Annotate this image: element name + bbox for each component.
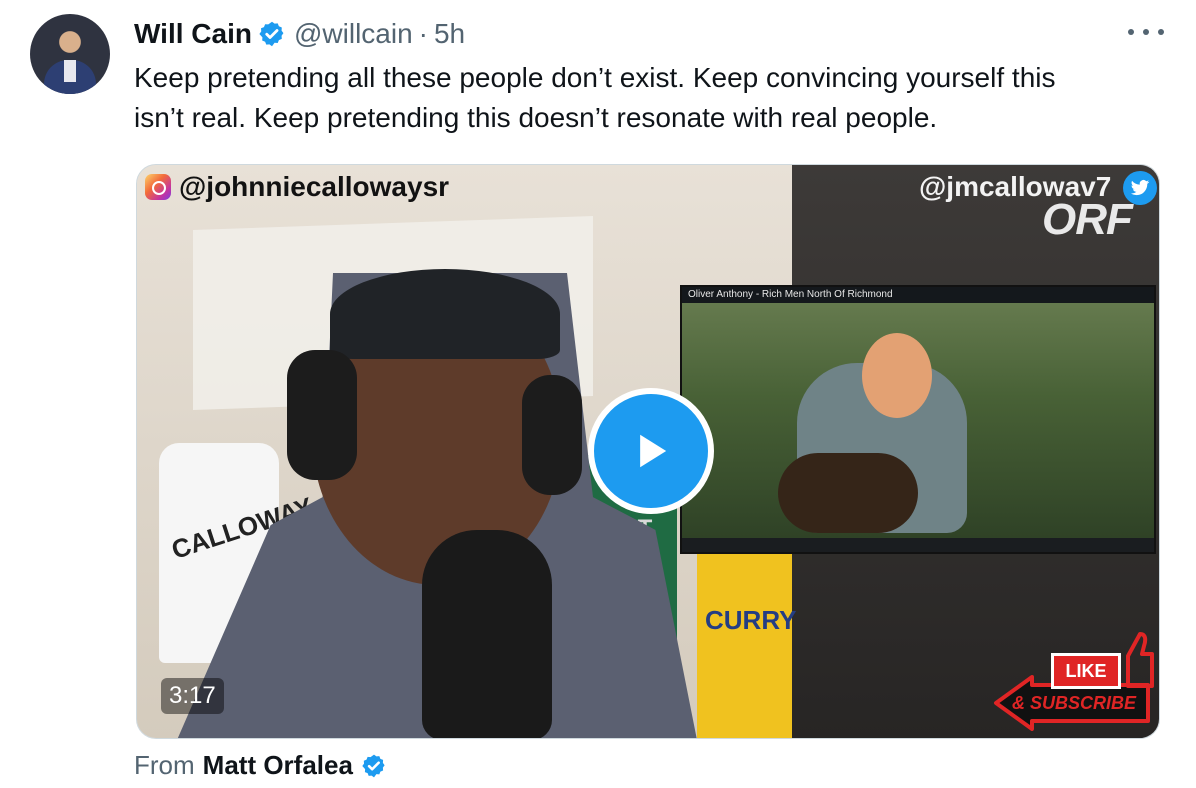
headphone-right — [522, 375, 582, 495]
video-watermark: ORF — [1042, 195, 1133, 244]
inset-singer-head — [862, 333, 932, 418]
author-name[interactable]: Will Cain — [134, 18, 252, 50]
from-label: From — [134, 750, 195, 780]
more-dot — [1128, 29, 1134, 35]
tweet-timestamp[interactable]: 5h — [434, 18, 465, 50]
instagram-icon — [145, 174, 171, 200]
inset-video-controls — [682, 538, 1154, 552]
jersey-yellow-text: CURRY — [705, 605, 797, 635]
like-label: LIKE — [1051, 653, 1121, 689]
subscribe-label: & SUBSCRIBE — [1012, 693, 1137, 713]
inset-video-scene — [682, 303, 1154, 538]
play-icon — [640, 434, 667, 468]
thumbs-up-icon — [1126, 632, 1154, 688]
play-button[interactable] — [588, 388, 714, 514]
author-avatar[interactable] — [30, 14, 110, 94]
more-dot — [1158, 29, 1164, 35]
source-author-name[interactable]: Matt Orfalea — [203, 750, 353, 781]
header-separator: · — [418, 18, 428, 49]
author-handle[interactable]: @willcain — [294, 18, 413, 50]
inset-video-title: Oliver Anthony - Rich Men North Of Richm… — [682, 287, 1154, 303]
verified-badge-icon — [259, 21, 284, 47]
inset-guitar — [778, 453, 918, 533]
video-player[interactable]: CALLOWAY MORANT CURRY @johnniecallowaysr… — [136, 164, 1160, 739]
microphone — [422, 530, 552, 738]
more-options-icon[interactable] — [1128, 20, 1164, 44]
inset-video: Oliver Anthony - Rich Men North Of Richm… — [680, 285, 1156, 554]
instagram-handle: @johnniecallowaysr — [179, 171, 450, 202]
avatar-shirt — [64, 60, 76, 82]
more-dot — [1143, 29, 1149, 35]
podcaster-cap — [330, 269, 560, 359]
tweet-header: Will Cain @willcain · 5h — [134, 16, 465, 52]
tweet-text: Keep pretending all these people don’t e… — [134, 62, 1056, 133]
verified-badge-icon — [362, 754, 385, 777]
video-duration: 3:17 — [161, 678, 224, 714]
instagram-tag: @johnniecallowaysr — [145, 171, 449, 203]
video-attribution: From Matt Orfalea — [134, 750, 387, 781]
headphone-left — [287, 350, 357, 480]
